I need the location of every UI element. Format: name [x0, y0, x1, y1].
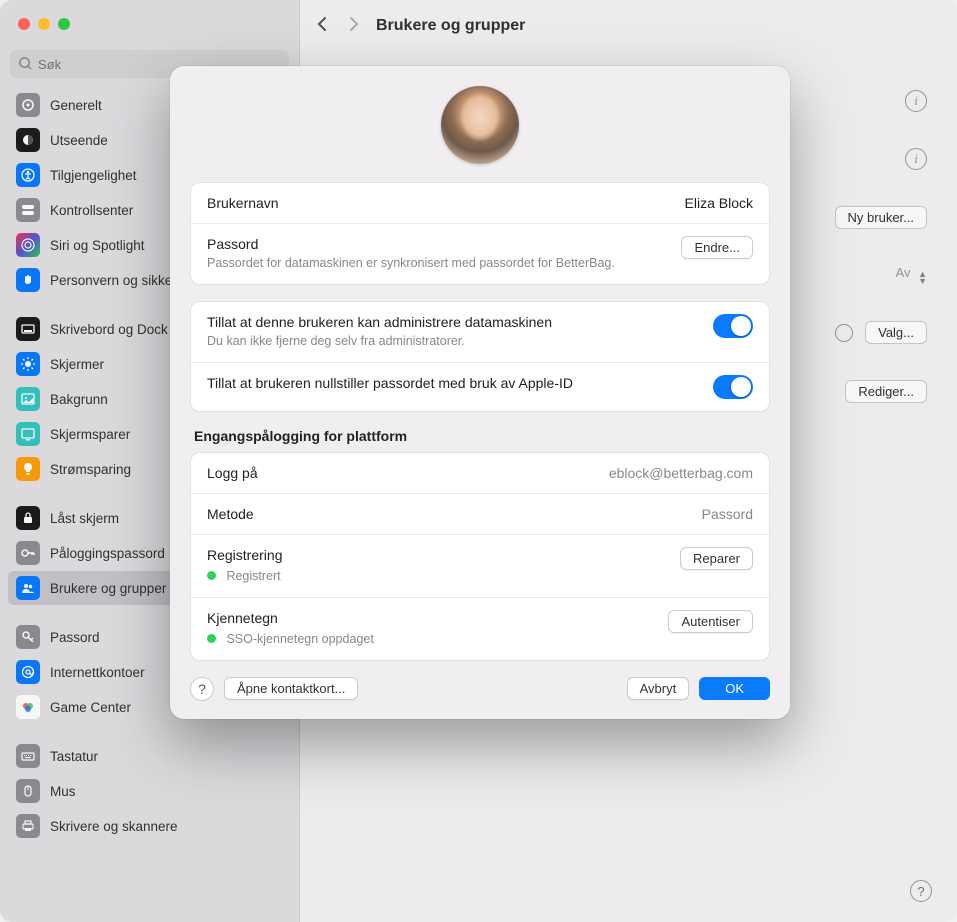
fullscreen-window-button[interactable]	[58, 18, 70, 30]
registration-row: Registrering Registrert Reparer	[191, 535, 769, 598]
modal-footer: ? Åpne kontaktkort... Avbryt OK	[190, 677, 770, 701]
ok-button[interactable]: OK	[699, 677, 770, 700]
minimize-window-button[interactable]	[38, 18, 50, 30]
username-value: Eliza Block	[685, 195, 753, 211]
method-label: Metode	[207, 506, 690, 522]
admin-toggle[interactable]	[713, 314, 753, 338]
token-status: SSO-kjennetegn oppdaget	[226, 632, 373, 646]
cancel-button[interactable]: Avbryt	[627, 677, 690, 700]
authenticate-button[interactable]: Autentiser	[668, 610, 753, 633]
login-row: Logg på eblock@betterbag.com	[191, 453, 769, 494]
reset-label: Tillat at brukeren nullstiller passordet…	[207, 375, 701, 391]
close-window-button[interactable]	[18, 18, 30, 30]
status-dot-icon	[207, 634, 216, 643]
change-password-button[interactable]: Endre...	[681, 236, 753, 259]
sso-section-title: Engangspålogging for plattform	[190, 428, 770, 452]
permissions-card: Tillat at denne brukeren kan administrer…	[190, 301, 770, 412]
method-value: Passord	[702, 506, 753, 522]
login-value: eblock@betterbag.com	[609, 465, 753, 481]
open-contact-card-button[interactable]: Åpne kontaktkort...	[224, 677, 358, 700]
token-row: Kjennetegn SSO-kjennetegn oppdaget Auten…	[191, 598, 769, 660]
help-button[interactable]: ?	[190, 677, 214, 701]
token-label: Kjennetegn	[207, 610, 656, 626]
admin-label: Tillat at denne brukeren kan administrer…	[207, 314, 701, 330]
user-info-card: Brukernavn Eliza Block Passord Passordet…	[190, 182, 770, 285]
reset-password-row: Tillat at brukeren nullstiller passordet…	[191, 363, 769, 411]
reset-password-toggle[interactable]	[713, 375, 753, 399]
username-row: Brukernavn Eliza Block	[191, 183, 769, 224]
system-settings-window: GenereltUtseendeTilgjengelighetKontrolls…	[0, 0, 957, 922]
traffic-lights	[18, 18, 70, 30]
login-label: Logg på	[207, 465, 597, 481]
password-label: Passord	[207, 236, 669, 252]
admin-row: Tillat at denne brukeren kan administrer…	[191, 302, 769, 363]
registration-status: Registrert	[226, 569, 280, 583]
registration-label: Registrering	[207, 547, 668, 563]
status-dot-icon	[207, 571, 216, 580]
user-avatar[interactable]	[441, 86, 519, 164]
password-sublabel: Passordet for datamaskinen er synkronise…	[207, 255, 669, 272]
repair-button[interactable]: Reparer	[680, 547, 753, 570]
sso-card: Logg på eblock@betterbag.com Metode Pass…	[190, 452, 770, 661]
username-label: Brukernavn	[207, 195, 673, 211]
method-row: Metode Passord	[191, 494, 769, 535]
password-row: Passord Passordet for datamaskinen er sy…	[191, 224, 769, 284]
admin-sublabel: Du kan ikke fjerne deg selv fra administ…	[207, 333, 701, 350]
user-edit-modal: Brukernavn Eliza Block Passord Passordet…	[170, 66, 790, 719]
